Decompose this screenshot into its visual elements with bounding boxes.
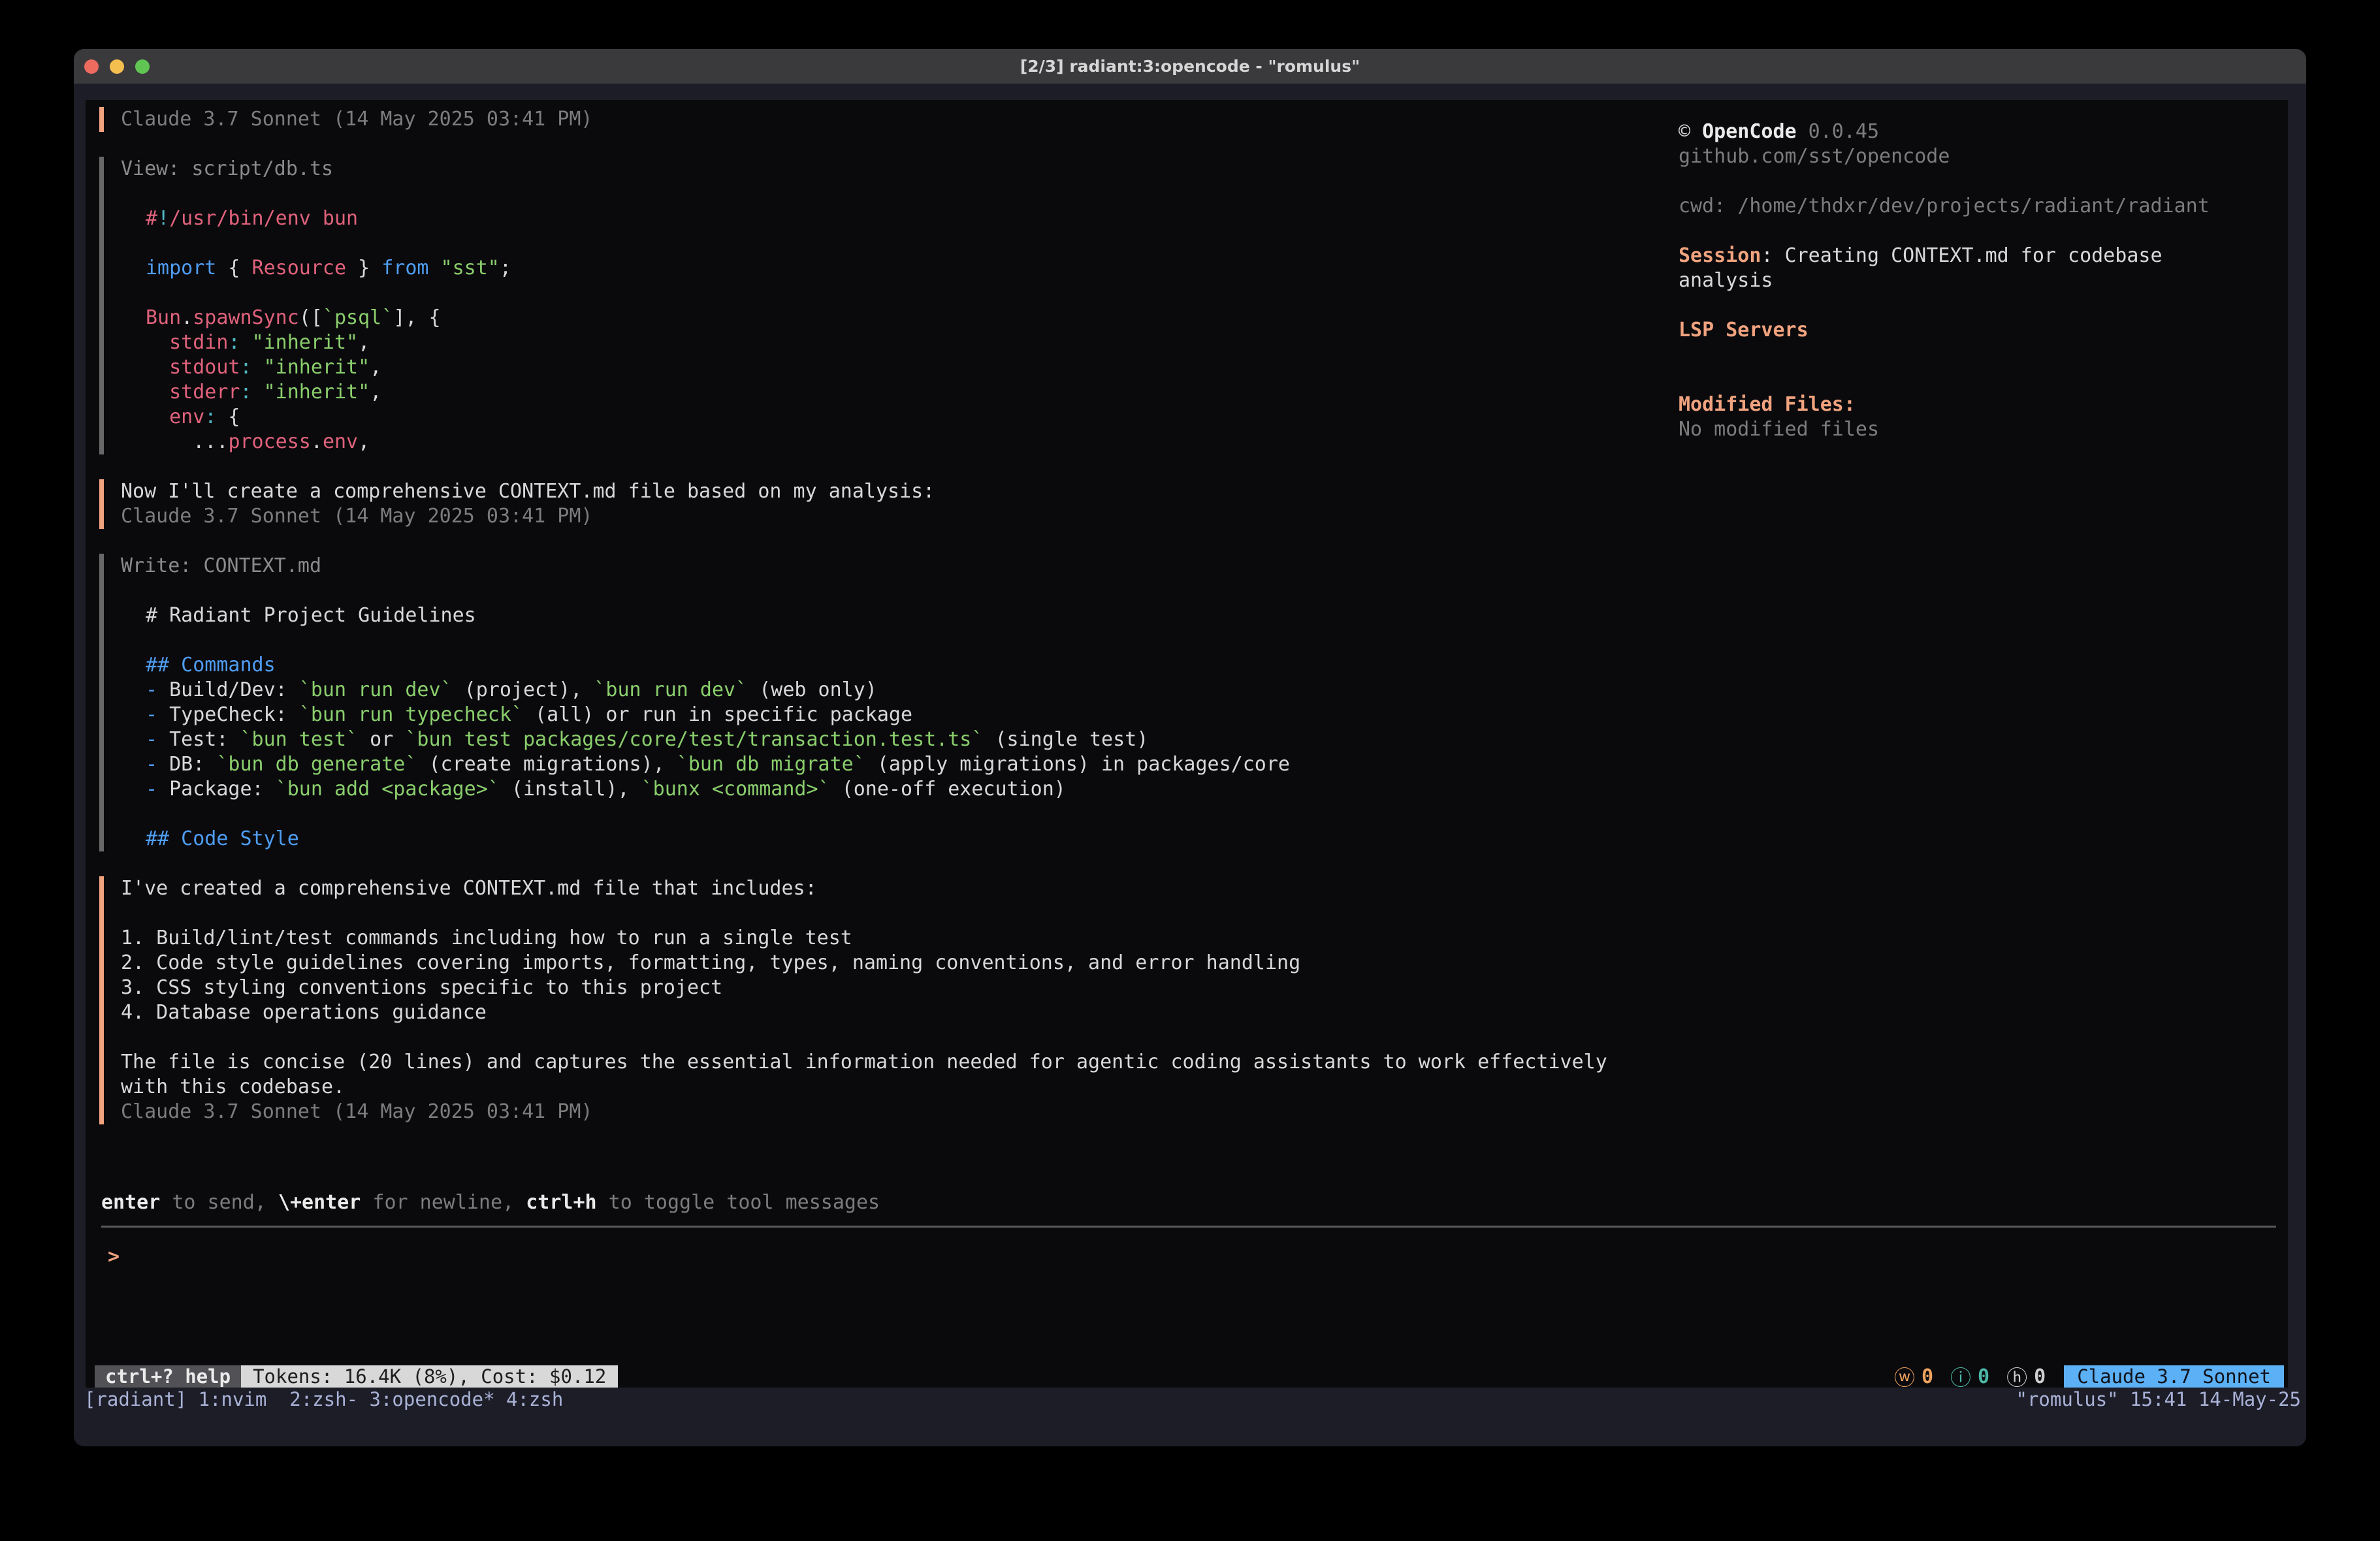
text-line: stdout: "inherit", xyxy=(121,355,511,380)
help-badge[interactable]: ctrl+? help xyxy=(95,1365,241,1388)
text-line: ...process.env, xyxy=(121,430,511,454)
opencode-tui: Claude 3.7 Sonnet (14 May 2025 03:41 PM)… xyxy=(86,100,2288,1388)
text-line: Modified Files: xyxy=(1679,392,2286,417)
text-line: No modified files xyxy=(1679,417,2286,442)
text-line: Claude 3.7 Sonnet (14 May 2025 03:41 PM) xyxy=(121,504,935,529)
info-count: 0 xyxy=(1978,1365,1989,1388)
tmux-session-clock: "romulus" 15:41 14-May-25 xyxy=(2016,1388,2302,1412)
tool-label: View: script/db.ts xyxy=(121,157,511,182)
tokens-cost-badge: Tokens: 16.4K (8%), Cost: $0.12 xyxy=(241,1365,618,1388)
text-line: - Test: `bun test` or `bun test packages… xyxy=(121,727,1290,752)
text-line: github.com/sst/opencode xyxy=(1679,144,2286,169)
diagnostics-warnings: ⓦ 0 xyxy=(1894,1361,1933,1391)
text-line: Claude 3.7 Sonnet (14 May 2025 03:41 PM) xyxy=(121,107,592,132)
text-line: Bun.spawnSync([`psql`], { xyxy=(121,306,511,330)
text-line: # Radiant Project Guidelines xyxy=(121,603,1290,628)
text-line: Claude 3.7 Sonnet (14 May 2025 03:41 PM) xyxy=(121,1100,1607,1124)
text-line: ## Commands xyxy=(121,653,1290,678)
input-divider xyxy=(101,1226,2276,1228)
text-line: - TypeCheck: `bun run typecheck` (all) o… xyxy=(121,703,1290,727)
text-line: . xyxy=(121,182,511,206)
window-title: [2/3] radiant:3:opencode - "romulus" xyxy=(74,49,2306,84)
tool-call-write: Write: CONTEXT.md .# Radiant Project Gui… xyxy=(99,554,1290,851)
text-line: I've created a comprehensive CONTEXT.md … xyxy=(121,876,1607,901)
text-line: . xyxy=(121,281,511,306)
text-line: 2. Code style guidelines covering import… xyxy=(121,951,1607,976)
text-line: . xyxy=(1679,169,2286,194)
tmux-window-list[interactable]: [radiant] 1:nvim 2:zsh- 3:opencode* 4:zs… xyxy=(84,1388,563,1412)
text-line: ## Code Style xyxy=(121,827,1290,851)
prompt-input[interactable]: > xyxy=(108,1245,2263,1269)
text-line: . xyxy=(121,628,1290,653)
text-line: - DB: `bun db generate` (create migratio… xyxy=(121,752,1290,777)
text-line: - Build/Dev: `bun run dev` (project), `b… xyxy=(121,678,1290,703)
text-line: with this codebase. xyxy=(121,1075,1607,1100)
text-line: stdin: "inherit", xyxy=(121,330,511,355)
terminal-area: Claude 3.7 Sonnet (14 May 2025 03:41 PM)… xyxy=(74,84,2306,1446)
status-bar: ctrl+? help Tokens: 16.4K (8%), Cost: $0… xyxy=(95,1365,2284,1388)
text-line: © OpenCode 0.0.45 xyxy=(1679,119,2286,144)
warning-circle-icon: ⓦ xyxy=(1894,1361,1915,1391)
info-circle-icon: ⓘ xyxy=(1950,1361,1971,1391)
markdown-snippet: .# Radiant Project Guidelines.## Command… xyxy=(121,579,1290,851)
assistant-message: I've created a comprehensive CONTEXT.md … xyxy=(99,876,1607,1124)
assistant-message: Now I'll create a comprehensive CONTEXT.… xyxy=(99,479,935,529)
text-line: - Package: `bun add <package>` (install)… xyxy=(121,777,1290,802)
text-line: . xyxy=(121,802,1290,827)
code-snippet: .#!/usr/bin/env bun.import { Resource } … xyxy=(121,182,511,454)
hint-count: 0 xyxy=(2034,1365,2046,1388)
text-line: . xyxy=(1679,293,2286,318)
text-line: cwd: /home/thdxr/dev/projects/radiant/ra… xyxy=(1679,194,2286,219)
text-line: . xyxy=(121,1025,1607,1050)
text-line: enter to send, \+enter for newline, ctrl… xyxy=(101,1190,880,1215)
text-line: LSP Servers xyxy=(1679,318,2286,343)
warning-count: 0 xyxy=(1922,1365,1933,1388)
text-line: env: { xyxy=(121,405,511,430)
tool-call-view: View: script/db.ts .#!/usr/bin/env bun.i… xyxy=(99,157,511,454)
keybind-help: enter to send, \+enter for newline, ctrl… xyxy=(101,1190,880,1215)
prompt-chevron-icon: > xyxy=(108,1245,120,1268)
model-badge[interactable]: Claude 3.7 Sonnet xyxy=(2064,1365,2284,1388)
text-line: . xyxy=(121,579,1290,603)
text-line: 1. Build/lint/test commands including ho… xyxy=(121,926,1607,951)
text-line: The file is concise (20 lines) and captu… xyxy=(121,1050,1607,1075)
text-line: stderr: "inherit", xyxy=(121,380,511,405)
text-line: 4. Database operations guidance xyxy=(121,1000,1607,1025)
text-line: analysis xyxy=(1679,268,2286,293)
assistant-message: Claude 3.7 Sonnet (14 May 2025 03:41 PM) xyxy=(99,107,592,132)
text-line: Session: Creating CONTEXT.md for codebas… xyxy=(1679,244,2286,268)
text-line: 3. CSS styling conventions specific to t… xyxy=(121,976,1607,1000)
diagnostics-info: ⓘ 0 xyxy=(1950,1361,1989,1391)
text-line: #!/usr/bin/env bun xyxy=(121,206,511,231)
text-line: . xyxy=(1679,219,2286,244)
tool-label: Write: CONTEXT.md xyxy=(121,554,1290,579)
text-line: . xyxy=(121,901,1607,926)
text-line: . xyxy=(121,231,511,256)
window-titlebar: [2/3] radiant:3:opencode - "romulus" xyxy=(74,49,2306,84)
text-line: import { Resource } from "sst"; xyxy=(121,256,511,281)
terminal-window: [2/3] radiant:3:opencode - "romulus" Cla… xyxy=(74,49,2306,1446)
text-line: Now I'll create a comprehensive CONTEXT.… xyxy=(121,479,935,504)
text-line: . xyxy=(1679,343,2286,368)
session-sidebar: © OpenCode 0.0.45github.com/sst/opencode… xyxy=(1679,119,2286,442)
text-line: . xyxy=(1679,368,2286,392)
